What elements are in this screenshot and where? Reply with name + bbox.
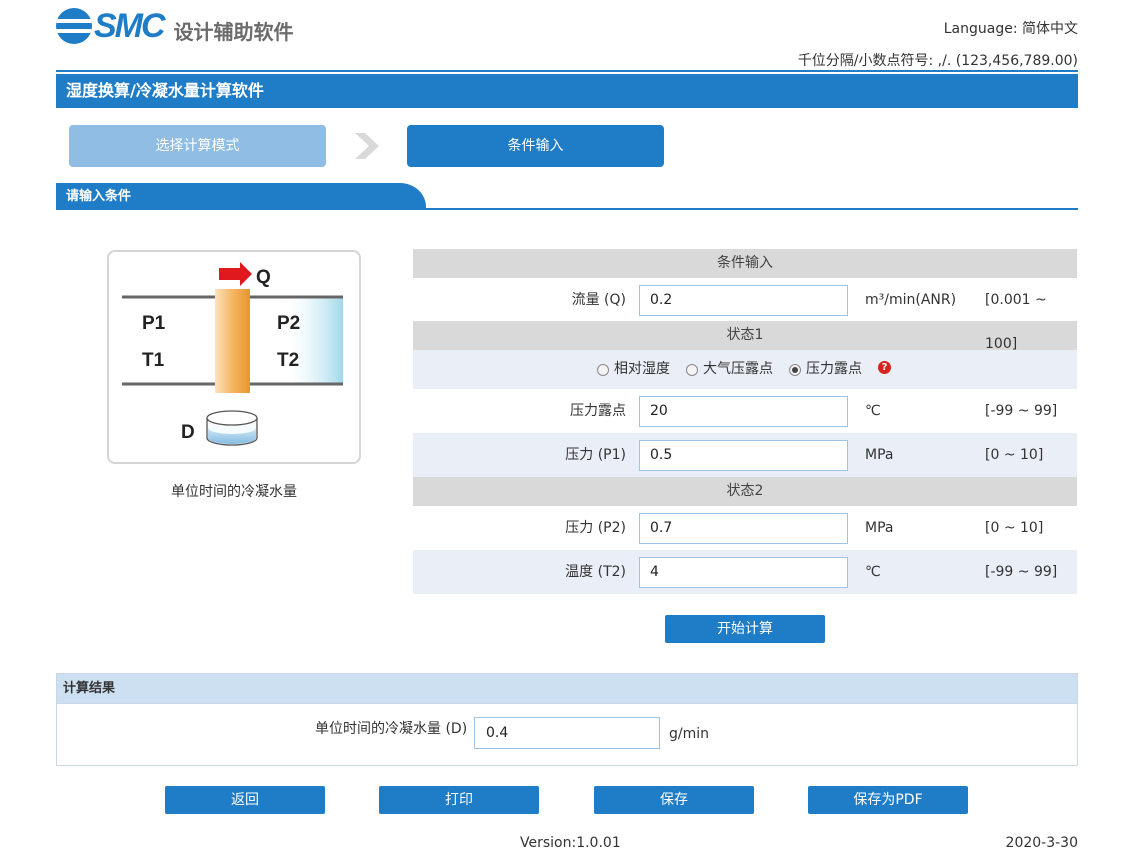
section-divider — [56, 208, 1078, 210]
radio-button[interactable] — [597, 363, 609, 376]
p1-input[interactable]: 0.5 — [639, 440, 848, 471]
separator-value[interactable]: ,/. (123,456,789.00) — [938, 53, 1078, 69]
separator-label: 千位分隔/小数点符号: — [797, 53, 934, 69]
diagram-illustration: Q P1 T1 P2 T2 D — [122, 262, 343, 446]
flow-arrow-icon — [219, 262, 252, 286]
flow-input[interactable]: 0.2 — [639, 285, 848, 316]
radio-relative-humidity[interactable]: 相对湿度 — [597, 350, 670, 389]
radio-label: 大气压露点 — [703, 361, 773, 377]
condition-form: 条件输入 流量 (Q) 0.2 m³/min(ANR) [0.001 ~ 100… — [413, 249, 1077, 594]
t2-label: 温度 (T2) — [565, 564, 626, 580]
separator-setting[interactable]: 千位分隔/小数点符号: ,/. (123,456,789.00) — [798, 50, 1078, 70]
result-unit: g/min — [669, 726, 710, 742]
step-select-mode[interactable]: 选择计算模式 — [69, 125, 326, 167]
header-divider — [56, 70, 1078, 72]
radio-button-selected[interactable] — [789, 363, 801, 376]
p2-label: 压力 (P2) — [565, 520, 626, 536]
save-button[interactable]: 保存 — [594, 786, 754, 814]
diagram-caption: 单位时间的冷凝水量 — [171, 484, 297, 500]
dew-point-range: [-99 ~ 99] — [985, 403, 1058, 419]
p2-input[interactable]: 0.7 — [639, 513, 848, 544]
t2-row: 温度 (T2) 4 ℃ [-99 ~ 99] — [413, 550, 1077, 594]
dew-point-label: 压力露点 — [570, 403, 626, 419]
version-text: Version:1.0.01 — [520, 835, 621, 851]
logo-text: SMC — [94, 6, 166, 45]
dew-point-row: 压力露点 20 ℃ [-99 ~ 99] — [413, 389, 1077, 433]
state1-mode-radios: 相对湿度 大气压露点 压力露点 ? — [413, 350, 1077, 389]
page-title: 湿度换算/冷凝水量计算软件 — [56, 74, 1078, 108]
radio-pressure-dew-point[interactable]: 压力露点 — [789, 350, 862, 389]
result-value-field: 0.4 — [474, 717, 660, 749]
section-title: 请输入条件 — [56, 183, 426, 209]
header: SMC 设计辅助软件 Language: 简体中文 千位分隔/小数点符号: ,/… — [0, 0, 1142, 70]
state2-header: 状态2 — [413, 477, 1077, 506]
condensate-diagram: Q P1 T1 P2 T2 D — [107, 250, 361, 464]
t2-input[interactable]: 4 — [639, 557, 848, 588]
p1-label: 压力 (P1) — [565, 447, 626, 463]
p1-row: 压力 (P1) 0.5 MPa [0 ~ 10] — [413, 433, 1077, 477]
language-label: Language: — [943, 21, 1018, 37]
p1-range: [0 ~ 10] — [985, 447, 1044, 463]
print-button[interactable]: 打印 — [379, 786, 539, 814]
release-date: 2020-3-30 — [1005, 835, 1078, 851]
smc-logo: SMC 设计辅助软件 — [56, 6, 294, 46]
app-name: 设计辅助软件 — [173, 19, 294, 44]
state1-header: 状态1 — [413, 321, 1077, 350]
radio-atmospheric-dew-point[interactable]: 大气压露点 — [686, 350, 773, 389]
label-d: D — [181, 422, 195, 443]
flow-unit: m³/min(ANR) — [865, 292, 957, 308]
t2-unit: ℃ — [865, 564, 881, 580]
dew-point-unit: ℃ — [865, 403, 881, 419]
form-header: 条件输入 — [413, 249, 1077, 278]
result-panel: 计算结果 单位时间的冷凝水量 (D) 0.4 g/min — [56, 673, 1078, 766]
start-calculation-button[interactable]: 开始计算 — [665, 615, 825, 643]
t2-range: [-99 ~ 99] — [985, 564, 1058, 580]
label-p2: P2 — [277, 313, 300, 334]
result-label: 单位时间的冷凝水量 (D) — [315, 721, 468, 737]
label-q: Q — [256, 267, 271, 288]
result-header: 计算结果 — [57, 674, 1077, 704]
water-container-icon — [206, 410, 258, 446]
language-selector[interactable]: Language: 简体中文 — [944, 18, 1078, 38]
back-button[interactable]: 返回 — [165, 786, 325, 814]
flow-row: 流量 (Q) 0.2 m³/min(ANR) [0.001 ~ 100] — [413, 278, 1077, 352]
dew-point-input[interactable]: 20 — [639, 396, 848, 427]
label-t2: T2 — [277, 350, 299, 371]
save-pdf-button[interactable]: 保存为PDF — [808, 786, 968, 814]
step-condition-input[interactable]: 条件输入 — [407, 125, 664, 167]
label-t1: T1 — [142, 350, 165, 371]
filter-element — [215, 289, 250, 393]
p2-row: 压力 (P2) 0.7 MPa [0 ~ 10] — [413, 506, 1077, 550]
help-icon[interactable]: ? — [878, 361, 891, 374]
p2-unit: MPa — [865, 520, 894, 536]
language-value[interactable]: 简体中文 — [1022, 21, 1078, 37]
step-arrow-icon — [355, 133, 379, 159]
radio-label: 压力露点 — [806, 361, 862, 377]
radio-button[interactable] — [686, 363, 698, 376]
flow-label: 流量 (Q) — [571, 292, 626, 308]
label-p1: P1 — [142, 313, 166, 334]
smc-logo-mark-icon — [56, 8, 92, 44]
p2-range: [0 ~ 10] — [985, 520, 1044, 536]
radio-label: 相对湿度 — [614, 361, 670, 377]
p1-unit: MPa — [865, 447, 894, 463]
